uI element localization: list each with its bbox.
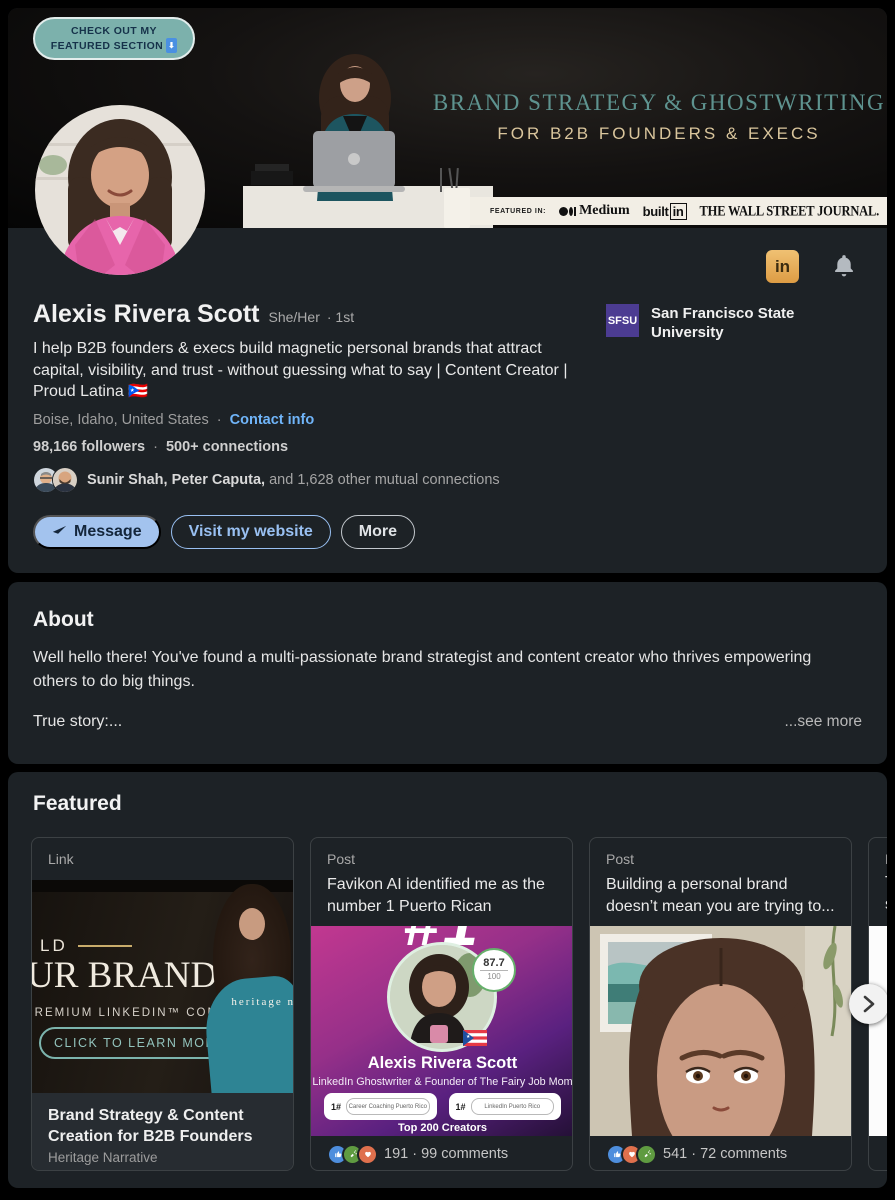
banner-cta-text: CHECK OUT MY FEATURED SECTION <box>51 25 163 52</box>
connection-degree: · 1st <box>327 309 354 325</box>
education-entry[interactable]: SFSU San Francisco State University <box>606 304 821 342</box>
ranking-badges: 1# Career Coaching Puerto Rico 1# Linked… <box>324 1093 561 1120</box>
location-text: Boise, Idaho, United States <box>33 412 209 428</box>
followers-count[interactable]: 98,166 followers <box>33 439 145 455</box>
post-social-counts[interactable]: 541 · 72 comments <box>606 1136 787 1171</box>
image-watermark: heritage n <box>231 996 294 1008</box>
visit-website-button[interactable]: Visit my website <box>171 515 331 549</box>
featured-card-post-selfie[interactable]: Post Building a personal brand doesn’t m… <box>589 837 852 1171</box>
name-row: Alexis Rivera Scott She/Her · 1st <box>33 300 354 329</box>
featured-heading: Featured <box>33 792 122 816</box>
medium-logo: Medium <box>559 203 630 219</box>
image-person <box>203 880 294 1093</box>
featured-card-post-favikon[interactable]: Post Favikon AI identified me as the num… <box>310 837 573 1171</box>
about-section: About Well hello there! You've found a m… <box>8 582 887 764</box>
link-title: Brand Strategy & Content Creation for B2… <box>48 1105 279 1147</box>
mutual-avatars <box>33 467 78 493</box>
post-social-counts[interactable]: 191 · 99 comments <box>327 1136 508 1171</box>
card-type-label: Post <box>606 851 634 867</box>
pronouns: She/Her <box>269 309 320 325</box>
link-preview-image: LD UR BRAND PREMIUM LINKEDIN™ CONTENT CL… <box>32 880 294 1093</box>
image-caption: Top 200 Creators <box>311 1122 573 1134</box>
notification-bell-icon[interactable] <box>828 250 860 282</box>
love-reaction-icon <box>357 1144 378 1165</box>
banner-subtitle: FOR B2B FOUNDERS & EXECS <box>428 124 887 144</box>
reaction-comment-counts: 191 · 99 comments <box>384 1146 508 1162</box>
profile-name[interactable]: Alexis Rivera Scott <box>33 300 260 329</box>
card-type-label: Post <box>885 851 887 867</box>
medium-icon <box>559 207 576 216</box>
followers-row: 98,166 followers · 500+ connections <box>33 439 288 455</box>
post-title: Favikon AI identified me as the number 1… <box>327 874 559 918</box>
linkedin-profile-page: { "banner": { "cta_text": "CHECK OUT MY … <box>0 0 895 1200</box>
post-image: #1 87.7 100 Alexis Rivera Scott LinkedIn… <box>311 926 573 1136</box>
separator-dot: · <box>217 412 222 428</box>
post-title-fragment: T <box>885 874 887 892</box>
avatar <box>52 467 78 493</box>
mutual-connections[interactable]: Sunir Shah, Peter Caputa, and 1,628 othe… <box>33 467 500 493</box>
puerto-rico-flag-icon <box>463 1030 487 1046</box>
link-source: Heritage Narrative <box>48 1150 279 1165</box>
post-image <box>590 926 852 1136</box>
creator-subtitle: LinkedIn Ghostwriter & Founder of The Fa… <box>311 1076 573 1088</box>
post-title: Building a personal brand doesn’t mean y… <box>606 874 838 918</box>
score-badge: 87.7 100 <box>472 948 516 992</box>
profile-headline: I help B2B founders & execs build magnet… <box>33 338 581 403</box>
linkedin-gold-badge-icon[interactable]: in <box>766 250 799 283</box>
card-type-label: Link <box>48 851 74 867</box>
creator-name: Alexis Rivera Scott <box>311 1054 573 1073</box>
message-button[interactable]: Message <box>33 515 161 549</box>
builtin-logo: builtin <box>643 203 687 220</box>
profile-card: CHECK OUT MY FEATURED SECTION⬇ BRAND STR… <box>8 8 887 573</box>
banner-title: BRAND STRATEGY & GHOSTWRITING <box>428 90 887 116</box>
celebrate-reaction-icon <box>636 1144 657 1165</box>
score-value: 87.7 <box>480 957 507 971</box>
about-heading: About <box>33 608 94 632</box>
send-icon <box>52 525 67 540</box>
chevron-right-icon <box>862 995 876 1013</box>
ranking-badge: 1# LinkedIn Puerto Rico <box>449 1093 562 1120</box>
action-buttons: Message Visit my website More <box>33 515 415 549</box>
score-max: 100 <box>474 972 514 981</box>
card-type-label: Post <box>327 851 355 867</box>
about-truncated-row: True story:... ...see more <box>33 713 862 731</box>
about-truncated-text: True story:... <box>33 713 122 731</box>
down-arrow-icon: ⬇ <box>166 38 177 53</box>
ranking-badge: 1# Career Coaching Puerto Rico <box>324 1093 437 1120</box>
banner-cta-pill: CHECK OUT MY FEATURED SECTION⬇ <box>33 17 195 60</box>
about-paragraph: Well hello there! You've found a multi-p… <box>33 646 838 693</box>
image-word-fragment: LD <box>40 936 68 956</box>
featured-in-label: FEATURED IN: <box>490 208 546 215</box>
separator-dot: · <box>153 439 158 455</box>
see-more-link[interactable]: ...see more <box>784 713 862 731</box>
gold-divider-line <box>78 945 132 947</box>
link-card-footer: Brand Strategy & Content Creation for B2… <box>32 1093 294 1171</box>
wsj-logo: THE WALL STREET JOURNAL. <box>700 202 880 219</box>
sfsu-logo: SFSU <box>606 304 639 337</box>
featured-section: Featured Link LD UR BRAND PREMIUM LINKED… <box>8 772 887 1188</box>
reaction-comment-counts: 541 · 72 comments <box>663 1146 787 1162</box>
featured-card-link[interactable]: Link LD UR BRAND PREMIUM LINKEDIN™ CONTE… <box>31 837 294 1171</box>
post-title-fragment: s <box>885 896 887 914</box>
profile-photo-image <box>35 105 205 275</box>
connections-count[interactable]: 500+ connections <box>166 439 288 455</box>
contact-info-link[interactable]: Contact info <box>230 412 315 428</box>
location-row: Boise, Idaho, United States · Contact in… <box>33 412 314 428</box>
profile-photo[interactable] <box>35 105 205 275</box>
carousel-next-button[interactable] <box>849 984 887 1024</box>
more-button[interactable]: More <box>341 515 415 549</box>
image-brand-text: UR BRAND <box>32 954 217 997</box>
post-image <box>869 926 887 1136</box>
mutual-connections-text: Sunir Shah, Peter Caputa, and 1,628 othe… <box>87 472 500 488</box>
featured-in-strip: FEATURED IN: Medium builtin THE WALL STR… <box>470 197 887 225</box>
education-name: San Francisco State University <box>651 304 821 342</box>
